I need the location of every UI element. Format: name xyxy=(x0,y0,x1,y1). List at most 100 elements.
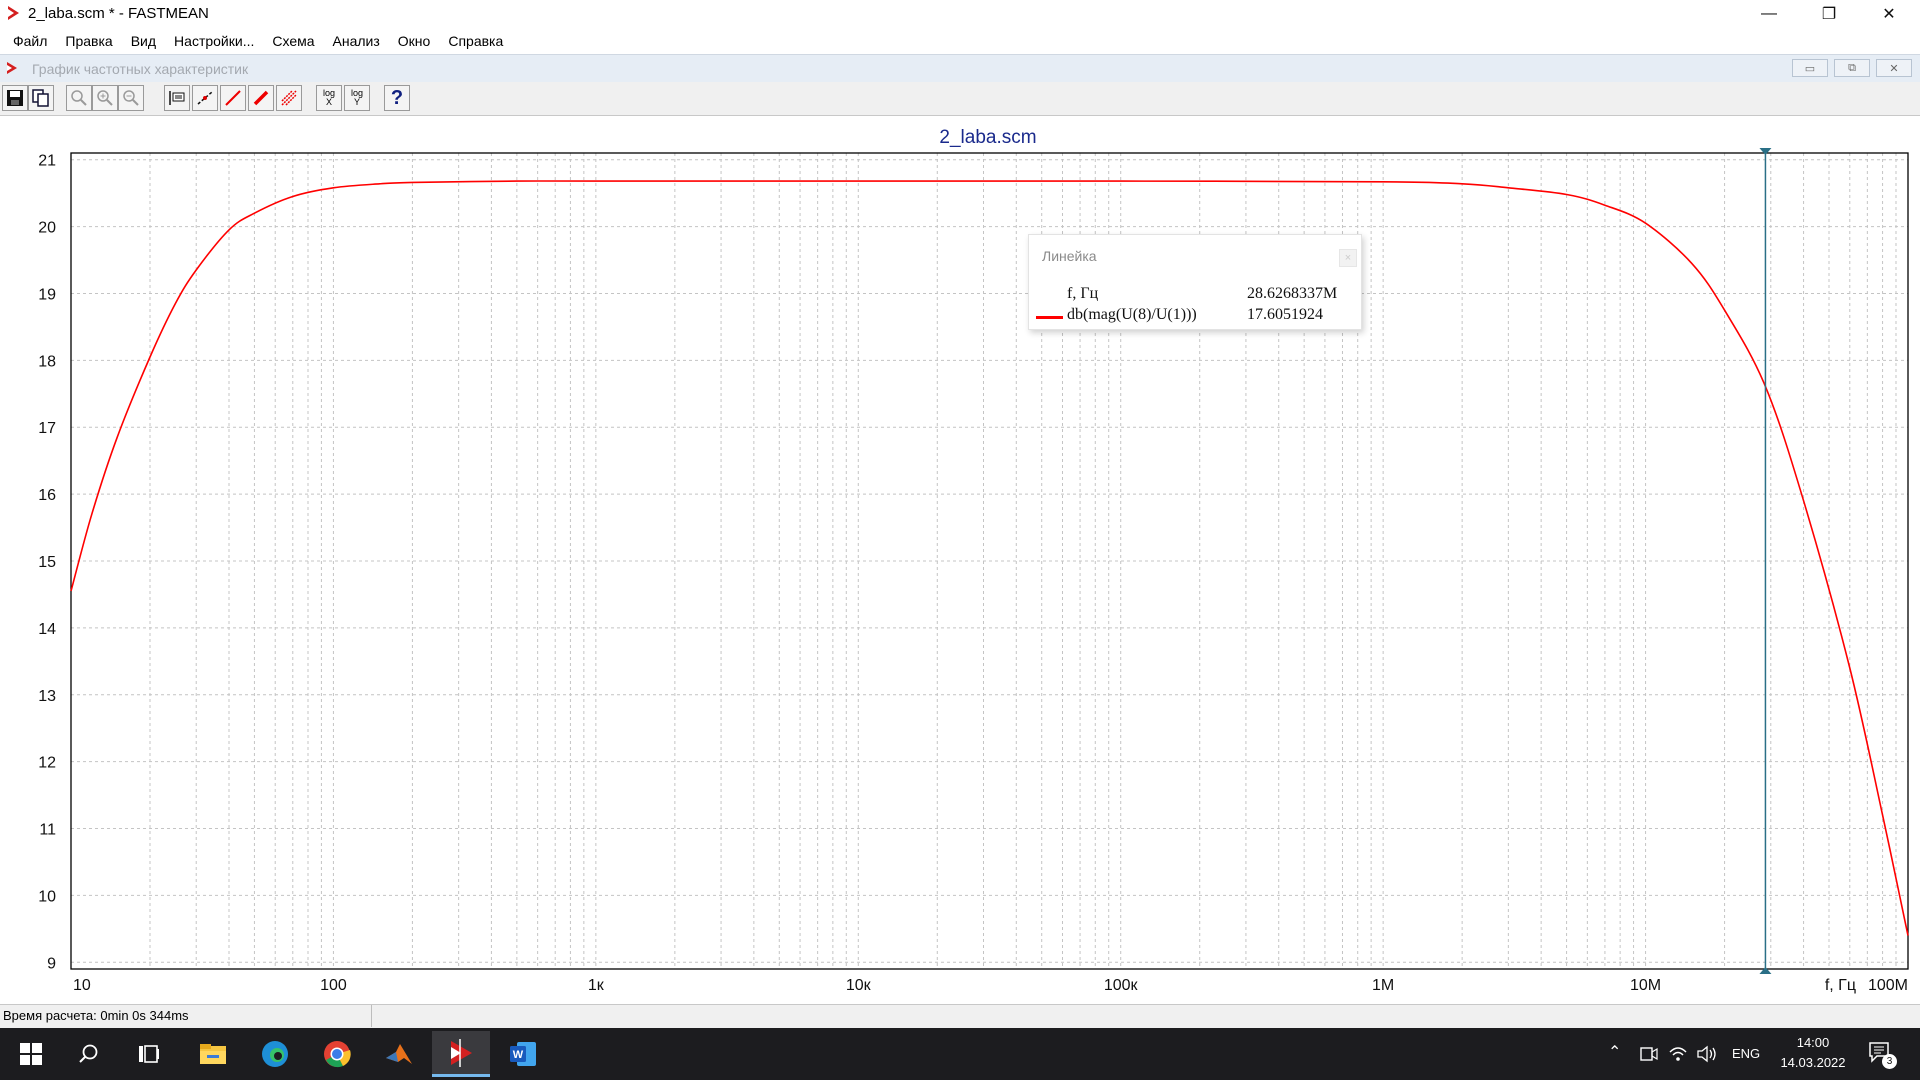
edge-icon xyxy=(262,1041,288,1067)
child-close-button[interactable]: ✕ xyxy=(1876,59,1912,77)
wifi-icon[interactable] xyxy=(1668,1045,1688,1063)
search-button[interactable] xyxy=(62,1034,116,1074)
zoom-in-icon xyxy=(97,90,113,106)
start-button[interactable] xyxy=(4,1034,58,1074)
matlab-button[interactable] xyxy=(372,1034,426,1074)
y-tick-label: 20 xyxy=(38,220,56,237)
ruler-panel[interactable]: Линейка × f, Гц 28.6268337M db(mag(U(8)/… xyxy=(1028,234,1362,330)
x-tick-label: 100к xyxy=(1104,977,1139,994)
x-axis-name: f, Гц xyxy=(1825,977,1856,994)
language-indicator[interactable]: ENG xyxy=(1732,1046,1760,1061)
y-tick-label: 10 xyxy=(38,888,56,905)
grid-icon xyxy=(281,90,297,106)
red-line-icon xyxy=(225,90,241,106)
edge-button[interactable] xyxy=(248,1034,302,1074)
log-y-button[interactable]: log Y xyxy=(344,85,370,111)
menu-schema[interactable]: Схема xyxy=(263,28,323,54)
fastmean-logo-icon xyxy=(8,6,19,20)
y-tick-label: 12 xyxy=(38,755,56,772)
child-minimize-button[interactable]: ▭ xyxy=(1792,59,1828,77)
minimize-button[interactable]: — xyxy=(1740,0,1798,28)
graph-window-title: График частотных характеристик xyxy=(32,61,249,77)
menu-settings[interactable]: Настройки... xyxy=(165,28,263,54)
chrome-button[interactable] xyxy=(310,1034,364,1074)
fastmean-taskbar-button[interactable] xyxy=(432,1031,490,1077)
grid-button[interactable] xyxy=(276,85,302,111)
task-view-button[interactable] xyxy=(122,1034,176,1074)
windows-taskbar: W ⌃ ENG 14:00 14.03.2022 3 xyxy=(0,1028,1920,1080)
menu-window[interactable]: Окно xyxy=(389,28,440,54)
tray-chevron-icon[interactable]: ⌃ xyxy=(1608,1042,1621,1062)
x-tick-label: 1M xyxy=(1372,977,1394,994)
y-tick-label: 21 xyxy=(38,153,56,170)
copy-icon xyxy=(32,89,49,107)
zoom-out-icon xyxy=(123,90,139,106)
frequency-response-chart[interactable]: 2_laba.scm 9 10 11 12 13 14 15 16 17 18 19 20 21 10 10… xyxy=(0,116,1920,1004)
y-tick-label: 16 xyxy=(38,487,56,504)
menu-view[interactable]: Вид xyxy=(122,28,165,54)
marker-line-button[interactable] xyxy=(192,85,218,111)
fastmean-small-logo-icon xyxy=(7,62,17,74)
restore-button[interactable]: ❐ xyxy=(1800,0,1858,28)
file-explorer-button[interactable] xyxy=(186,1034,240,1074)
marker-line-icon xyxy=(197,91,213,105)
close-button[interactable]: ✕ xyxy=(1860,0,1918,28)
zoom-button[interactable] xyxy=(66,85,92,111)
title-bar: 2_laba.scm * - FASTMEAN — ❐ ✕ xyxy=(0,0,1920,28)
status-bar: Время расчета: 0min 0s 344ms xyxy=(0,1004,1920,1028)
red-line-button[interactable] xyxy=(220,85,246,111)
child-restore-button[interactable]: ⧉ xyxy=(1834,59,1870,77)
y-tick-label: 18 xyxy=(38,353,56,370)
clock-date[interactable]: 14.03.2022 xyxy=(1773,1055,1853,1070)
graph-toolbar: log X log Y ? xyxy=(0,82,1920,116)
menu-help[interactable]: Справка xyxy=(439,28,512,54)
fastmean-icon xyxy=(451,1038,472,1067)
menu-file[interactable]: Файл xyxy=(4,28,56,54)
graph-window-caption: График частотных характеристик ▭ ⧉ ✕ xyxy=(0,54,1920,82)
window-title: 2_laba.scm * - FASTMEAN xyxy=(28,5,209,22)
notification-center-button[interactable]: 3 xyxy=(1868,1041,1897,1069)
y-tick-label: 11 xyxy=(39,822,56,839)
chart-title: 2_laba.scm xyxy=(939,127,1036,148)
ruler-icon xyxy=(169,91,185,105)
meet-icon[interactable] xyxy=(1638,1045,1658,1063)
windows-start-icon xyxy=(20,1043,42,1065)
ruler-close-button[interactable]: × xyxy=(1339,249,1357,267)
zoom-icon xyxy=(71,90,87,106)
ruler-title: Линейка xyxy=(1042,248,1097,264)
zoom-in-button[interactable] xyxy=(92,85,118,111)
ruler-x-label: f, Гц xyxy=(1067,285,1099,302)
matlab-icon xyxy=(386,1044,412,1064)
ruler-x-value: 28.6268337M xyxy=(1247,285,1338,302)
ruler-series-label: db(mag(U(8)/U(1))) xyxy=(1067,306,1197,323)
clock-time[interactable]: 14:00 xyxy=(1778,1035,1848,1050)
ruler-button[interactable] xyxy=(164,85,190,111)
menu-edit[interactable]: Правка xyxy=(56,28,121,54)
word-button[interactable]: W xyxy=(496,1034,550,1074)
menu-analysis[interactable]: Анализ xyxy=(324,28,389,54)
log-x-button[interactable]: log X xyxy=(316,85,342,111)
zoom-out-button[interactable] xyxy=(118,85,144,111)
y-tick-label: 15 xyxy=(38,554,56,571)
y-tick-label: 14 xyxy=(38,621,56,638)
save-button[interactable] xyxy=(2,85,28,111)
folder-icon xyxy=(200,1044,226,1064)
word-icon: W xyxy=(510,1042,536,1066)
x-tick-label: 10к xyxy=(846,977,872,994)
task-view-icon xyxy=(139,1045,159,1063)
svg-text:W: W xyxy=(513,1049,524,1061)
x-tick-label: 10 xyxy=(73,977,91,994)
y-tick-label: 13 xyxy=(38,688,56,705)
copy-button[interactable] xyxy=(28,85,54,111)
search-icon xyxy=(79,1044,98,1063)
calc-time-status: Время расчета: 0min 0s 344ms xyxy=(0,1005,372,1027)
menu-bar: Файл Правка Вид Настройки... Схема Анали… xyxy=(0,28,1920,54)
y-tick-label: 9 xyxy=(47,955,56,972)
log-y-icon: log Y xyxy=(350,88,363,107)
help-button[interactable]: ? xyxy=(384,85,410,111)
series-legend-swatch xyxy=(1036,316,1063,319)
red-pencil-button[interactable] xyxy=(248,85,274,111)
ruler-series-value: 17.6051924 xyxy=(1247,306,1323,323)
red-pencil-icon xyxy=(253,90,269,106)
volume-icon[interactable] xyxy=(1696,1045,1718,1063)
